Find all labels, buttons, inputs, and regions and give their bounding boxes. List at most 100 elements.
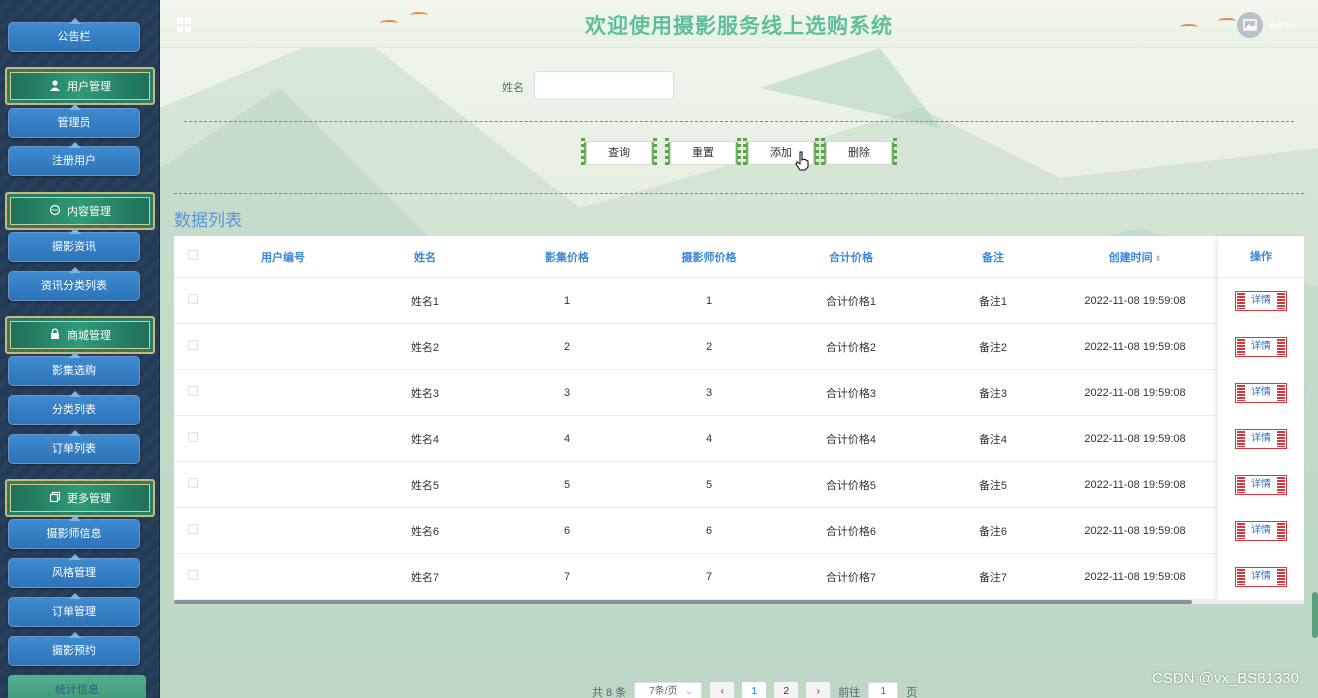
chat-icon bbox=[49, 204, 61, 219]
sidebar-item-label: 风格管理 bbox=[52, 567, 96, 579]
table-cell-total: 合计价格4 bbox=[825, 433, 877, 446]
sidebar-item[interactable]: 摄影预约 bbox=[8, 632, 140, 666]
chevron-up-icon bbox=[69, 630, 81, 638]
detail-button[interactable]: 详情 bbox=[1235, 521, 1287, 541]
table-row: 姓名4 4 4 合计价格4 备注4 2022-11-08 19:59:08 bbox=[174, 416, 1304, 462]
name-search-label: 姓名 bbox=[502, 82, 524, 94]
operation-column: 操作 详情 详情 详情 详情 详情 详情 详情 bbox=[1218, 236, 1304, 600]
table-cell-photographer-price: 3 bbox=[705, 386, 713, 399]
table-row: 姓名1 1 1 合计价格1 备注1 2022-11-08 19:59:08 bbox=[174, 278, 1304, 324]
avatar-image-icon[interactable] bbox=[1237, 12, 1263, 38]
row-checkbox[interactable] bbox=[188, 340, 198, 350]
page-button[interactable]: 1 bbox=[742, 682, 767, 698]
sidebar-item-label: 订单列表 bbox=[52, 443, 96, 455]
sidebar-item[interactable]: 分类列表 bbox=[8, 391, 140, 425]
table-cell-name: 姓名6 bbox=[410, 525, 440, 538]
sidebar-item-label: 注册用户 bbox=[52, 155, 96, 167]
table-cell-album-price: 4 bbox=[563, 432, 571, 445]
chevron-up-icon bbox=[69, 102, 81, 110]
table-cell-photographer-price: 2 bbox=[705, 340, 713, 353]
chevron-up-icon bbox=[69, 389, 81, 397]
name-search-input[interactable] bbox=[534, 71, 674, 100]
sidebar-item[interactable]: 订单管理 bbox=[8, 593, 140, 627]
sidebar-item[interactable]: 风格管理 bbox=[8, 554, 140, 588]
page-title: 欢迎使用摄影服务线上选购系统 bbox=[585, 15, 893, 38]
table-cell-created: 2022-11-08 19:59:08 bbox=[1084, 294, 1186, 307]
column-header: 摄影师价格 bbox=[681, 251, 737, 264]
row-checkbox-cell bbox=[174, 524, 212, 537]
sidebar-item[interactable]: 注册用户 bbox=[8, 142, 140, 176]
table-cell-created: 2022-11-08 19:59:08 bbox=[1084, 386, 1186, 399]
sidebar-item[interactable]: 公告栏 bbox=[8, 18, 140, 52]
sidebar-item-label: 用户管理 bbox=[67, 81, 111, 93]
next-page-button[interactable]: › bbox=[806, 682, 831, 698]
select-all-checkbox[interactable] bbox=[188, 250, 198, 260]
sidebar-item[interactable]: 管理员 bbox=[8, 104, 140, 138]
column-header-created[interactable]: 创建时间 ⬍ bbox=[1064, 249, 1206, 265]
column-header: 合计价格 bbox=[829, 251, 873, 264]
table-cell-total: 合计价格6 bbox=[825, 525, 877, 538]
username[interactable]: admin bbox=[1269, 20, 1296, 31]
row-checkbox[interactable] bbox=[188, 294, 198, 304]
page-button[interactable]: 2 bbox=[774, 682, 799, 698]
detail-button[interactable]: 详情 bbox=[1235, 291, 1287, 311]
sidebar-item-label: 商城管理 bbox=[67, 330, 111, 342]
table-cell-name: 姓名3 bbox=[410, 387, 440, 400]
sidebar-item[interactable]: 资讯分类列表 bbox=[8, 267, 140, 301]
detail-button[interactable]: 详情 bbox=[1235, 567, 1287, 587]
column-header: 备注 bbox=[982, 251, 1004, 264]
scrollbar-thumb[interactable] bbox=[174, 600, 1192, 604]
sidebar: 公告栏用户管理管理员注册用户内容管理 摄影资讯资讯分类列表商城管理影集选购分类列表… bbox=[0, 0, 160, 698]
row-checkbox-cell bbox=[174, 386, 212, 399]
detail-button[interactable]: 详情 bbox=[1235, 475, 1287, 495]
detail-button[interactable]: 详情 bbox=[1235, 383, 1287, 403]
table-row: 姓名2 2 2 合计价格2 备注2 2022-11-08 19:59:08 bbox=[174, 324, 1304, 370]
delete-button[interactable]: 删除 bbox=[821, 138, 897, 168]
page-size-select[interactable]: 7条/页 ⌄ bbox=[634, 682, 703, 698]
vertical-scrollbar[interactable] bbox=[1312, 592, 1318, 638]
divider bbox=[174, 193, 1304, 194]
chevron-down-icon: ⌄ bbox=[684, 686, 694, 697]
detail-button[interactable]: 详情 bbox=[1235, 337, 1287, 357]
sidebar-group-header[interactable]: 用户管理 bbox=[5, 67, 155, 105]
table-cell-created: 2022-11-08 19:59:08 bbox=[1084, 340, 1186, 353]
row-checkbox[interactable] bbox=[188, 386, 198, 396]
table-cell-total: 合计价格5 bbox=[825, 479, 877, 492]
table-cell-album-price: 1 bbox=[563, 294, 571, 307]
goto-page-input[interactable]: 1 bbox=[868, 682, 899, 698]
table-row: 姓名5 5 5 合计价格5 备注5 2022-11-08 19:59:08 bbox=[174, 462, 1304, 508]
query-button[interactable]: 查询 bbox=[581, 138, 657, 168]
sidebar-item[interactable]: 影集选购 bbox=[8, 352, 140, 386]
data-table: 用户编号 姓名 影集价格 摄影师价格 合计价格 备注 创建时间 ⬍ 姓名1 1 1 合计… bbox=[174, 236, 1304, 604]
sidebar-item[interactable]: 摄影师信息 bbox=[8, 515, 140, 549]
sidebar-item[interactable]: 摄影资讯 bbox=[8, 228, 140, 262]
sidebar-group-header[interactable]: 商城管理 bbox=[5, 316, 155, 354]
table-cell-album-price: 7 bbox=[563, 570, 571, 583]
row-checkbox[interactable] bbox=[188, 478, 198, 488]
chevron-up-icon bbox=[69, 591, 81, 599]
chevron-up-icon bbox=[69, 265, 81, 273]
column-header: 操作 bbox=[1218, 236, 1304, 278]
table-cell-note: 备注2 bbox=[978, 341, 1008, 354]
sidebar-item-label: 影集选购 bbox=[52, 365, 96, 377]
sidebar-group-header[interactable]: 更多管理 bbox=[5, 479, 155, 517]
sidebar-group-header[interactable]: 内容管理 bbox=[5, 192, 155, 230]
detail-button[interactable]: 详情 bbox=[1235, 429, 1287, 449]
prev-page-button[interactable]: ‹ bbox=[710, 682, 735, 698]
sort-icon[interactable]: ⬍ bbox=[1155, 254, 1162, 263]
copy-icon bbox=[49, 491, 61, 506]
horizontal-scrollbar[interactable] bbox=[174, 600, 1304, 604]
sidebar-item-label: 分类列表 bbox=[52, 404, 96, 416]
sidebar-item-stats[interactable]: 统计信息 bbox=[8, 675, 146, 698]
sidebar-item-label: 摄影师信息 bbox=[46, 528, 102, 540]
row-checkbox[interactable] bbox=[188, 570, 198, 580]
reset-button[interactable]: 重置 bbox=[665, 138, 741, 168]
table-cell-created: 2022-11-08 19:59:08 bbox=[1084, 478, 1186, 491]
table-cell-album-price: 2 bbox=[563, 340, 571, 353]
row-checkbox[interactable] bbox=[188, 524, 198, 534]
table-cell-created: 2022-11-08 19:59:08 bbox=[1084, 524, 1186, 537]
page-size-value: 7条/页 bbox=[649, 686, 678, 697]
sidebar-item[interactable]: 订单列表 bbox=[8, 430, 140, 464]
table-cell-album-price: 5 bbox=[563, 478, 571, 491]
row-checkbox[interactable] bbox=[188, 432, 198, 442]
